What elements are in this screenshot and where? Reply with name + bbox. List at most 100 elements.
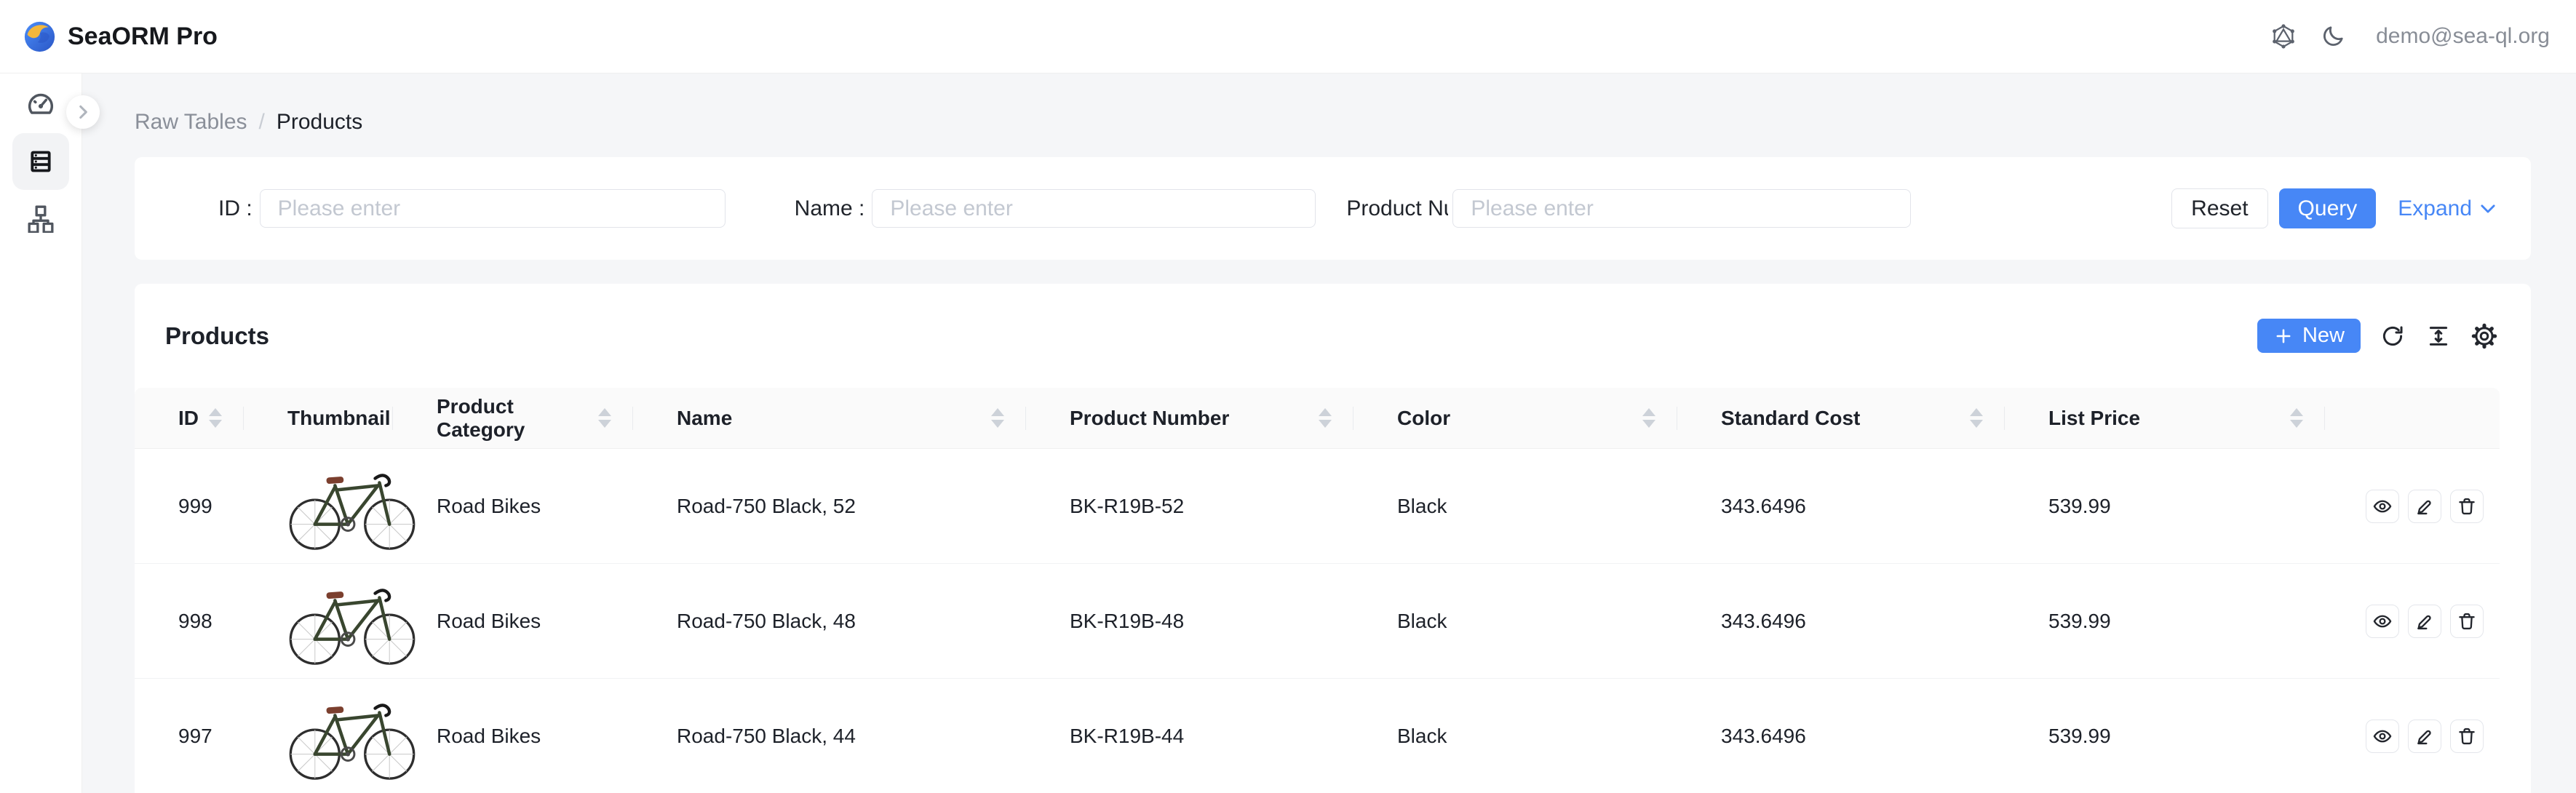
cell-product-category: Road Bikes xyxy=(393,679,633,793)
cell-actions xyxy=(2325,449,2500,564)
sort-icon[interactable] xyxy=(1642,408,1655,428)
sort-icon[interactable] xyxy=(991,408,1004,428)
cell-standard-cost: 343.6496 xyxy=(1677,449,2005,564)
cell-standard-cost: 343.6496 xyxy=(1677,564,2005,679)
sort-icon[interactable] xyxy=(209,408,222,428)
cell-name: Road-750 Black, 52 xyxy=(633,449,1026,564)
filter-input-id[interactable] xyxy=(260,189,726,228)
sort-icon[interactable] xyxy=(1319,408,1332,428)
column-settings-gear-icon[interactable] xyxy=(2470,322,2498,350)
cell-product-number: BK-R19B-44 xyxy=(1026,679,1353,793)
scrollbar-gutter xyxy=(2500,449,2531,564)
filter-actions: Reset Query Expand xyxy=(2171,188,2498,228)
scrollbar-gutter xyxy=(2500,388,2531,449)
filter-item-name: Name : xyxy=(795,189,1316,228)
filter-input-product-number[interactable] xyxy=(1452,189,1911,228)
table-card-header: Products New xyxy=(135,284,2531,388)
edit-record-button[interactable] xyxy=(2408,720,2441,753)
app-title: SeaORM Pro xyxy=(68,23,218,51)
breadcrumb-raw-tables[interactable]: Raw Tables xyxy=(135,110,247,135)
cell-product-number: BK-R19B-52 xyxy=(1026,449,1353,564)
user-email[interactable]: demo@sea-ql.org xyxy=(2376,24,2550,49)
eye-icon xyxy=(2372,611,2393,631)
cell-thumbnail xyxy=(244,564,393,679)
trash-icon xyxy=(2457,496,2477,517)
filter-panel: ID : Name : Product Nun Reset Query Expa… xyxy=(135,157,2531,260)
cell-name: Road-750 Black, 44 xyxy=(633,679,1026,793)
edit-pencil-icon xyxy=(2414,611,2435,631)
column-header-product-number[interactable]: Product Number xyxy=(1026,388,1353,449)
column-header-product-category[interactable]: Product Category xyxy=(393,388,633,449)
table-header-row: ID Thumbnail Product Category Name xyxy=(135,388,2531,449)
cell-thumbnail xyxy=(244,679,393,793)
sidebar-collapse-button[interactable] xyxy=(66,95,100,129)
delete-record-button[interactable] xyxy=(2450,490,2484,523)
delete-record-button[interactable] xyxy=(2450,605,2484,638)
table-toolbar: New xyxy=(2257,319,2498,353)
table-row: 997 xyxy=(135,679,2531,793)
sidebar-item-dashboard[interactable] xyxy=(12,76,69,133)
sidebar-item-composite-tables[interactable] xyxy=(12,190,69,247)
cell-actions xyxy=(2325,679,2500,793)
column-header-id[interactable]: ID xyxy=(135,388,244,449)
row-height-icon[interactable] xyxy=(2425,322,2452,350)
breadcrumb-separator: / xyxy=(259,110,265,135)
column-header-list-price[interactable]: List Price xyxy=(2005,388,2325,449)
products-table: ID Thumbnail Product Category Name xyxy=(135,388,2531,793)
query-button[interactable]: Query xyxy=(2279,188,2377,228)
breadcrumb: Raw Tables / Products xyxy=(135,108,2531,137)
cell-list-price: 539.99 xyxy=(2005,449,2325,564)
column-header-standard-cost[interactable]: Standard Cost xyxy=(1677,388,2005,449)
new-record-label: New xyxy=(2302,324,2345,348)
trash-icon xyxy=(2457,726,2477,746)
cell-list-price: 539.99 xyxy=(2005,564,2325,679)
sort-icon[interactable] xyxy=(2290,408,2303,428)
trash-icon xyxy=(2457,611,2477,631)
cell-name: Road-750 Black, 48 xyxy=(633,564,1026,679)
sort-icon[interactable] xyxy=(598,408,611,428)
expand-toggle[interactable]: Expand xyxy=(2398,196,2498,221)
view-record-button[interactable] xyxy=(2366,605,2399,638)
view-record-button[interactable] xyxy=(2366,720,2399,753)
breadcrumb-products: Products xyxy=(277,110,362,135)
table-title: Products xyxy=(165,322,269,350)
edit-record-button[interactable] xyxy=(2408,490,2441,523)
edit-pencil-icon xyxy=(2414,726,2435,746)
dark-mode-moon-icon[interactable] xyxy=(2319,23,2347,50)
column-header-actions xyxy=(2325,388,2500,449)
topbar-right: demo@sea-ql.org xyxy=(2270,23,2550,50)
cell-product-category: Road Bikes xyxy=(393,449,633,564)
reset-button[interactable]: Reset xyxy=(2171,188,2267,228)
refresh-icon[interactable] xyxy=(2379,322,2406,350)
cell-id: 999 xyxy=(135,449,244,564)
seaorm-logo-icon xyxy=(23,20,56,53)
sitemap-icon xyxy=(26,204,55,233)
column-header-color[interactable]: Color xyxy=(1353,388,1677,449)
new-record-button[interactable]: New xyxy=(2257,319,2361,353)
cell-color: Black xyxy=(1353,449,1677,564)
sidebar-item-raw-tables[interactable] xyxy=(12,133,69,190)
edit-record-button[interactable] xyxy=(2408,605,2441,638)
chevron-down-icon xyxy=(2478,199,2498,219)
delete-record-button[interactable] xyxy=(2450,720,2484,753)
cell-thumbnail xyxy=(244,449,393,564)
scrollbar-gutter xyxy=(2500,564,2531,679)
table-row: 998 xyxy=(135,564,2531,679)
graphql-icon[interactable] xyxy=(2270,23,2297,50)
sort-icon[interactable] xyxy=(1970,408,1983,428)
column-header-thumbnail[interactable]: Thumbnail xyxy=(244,388,393,449)
main-content: Raw Tables / Products ID : Name : Produc… xyxy=(82,73,2576,793)
plus-icon xyxy=(2273,326,2294,346)
cell-product-number: BK-R19B-48 xyxy=(1026,564,1353,679)
table-icon xyxy=(26,147,55,176)
view-record-button[interactable] xyxy=(2366,490,2399,523)
expand-label: Expand xyxy=(2398,196,2472,221)
cell-standard-cost: 343.6496 xyxy=(1677,679,2005,793)
gauge-icon xyxy=(26,90,55,119)
filter-label-product-number: Product Nun xyxy=(1346,196,1448,221)
filter-input-name[interactable] xyxy=(872,189,1316,228)
column-header-name[interactable]: Name xyxy=(633,388,1026,449)
cell-product-category: Road Bikes xyxy=(393,564,633,679)
cell-color: Black xyxy=(1353,564,1677,679)
filter-item-product-number: Product Nun xyxy=(1346,189,1911,228)
